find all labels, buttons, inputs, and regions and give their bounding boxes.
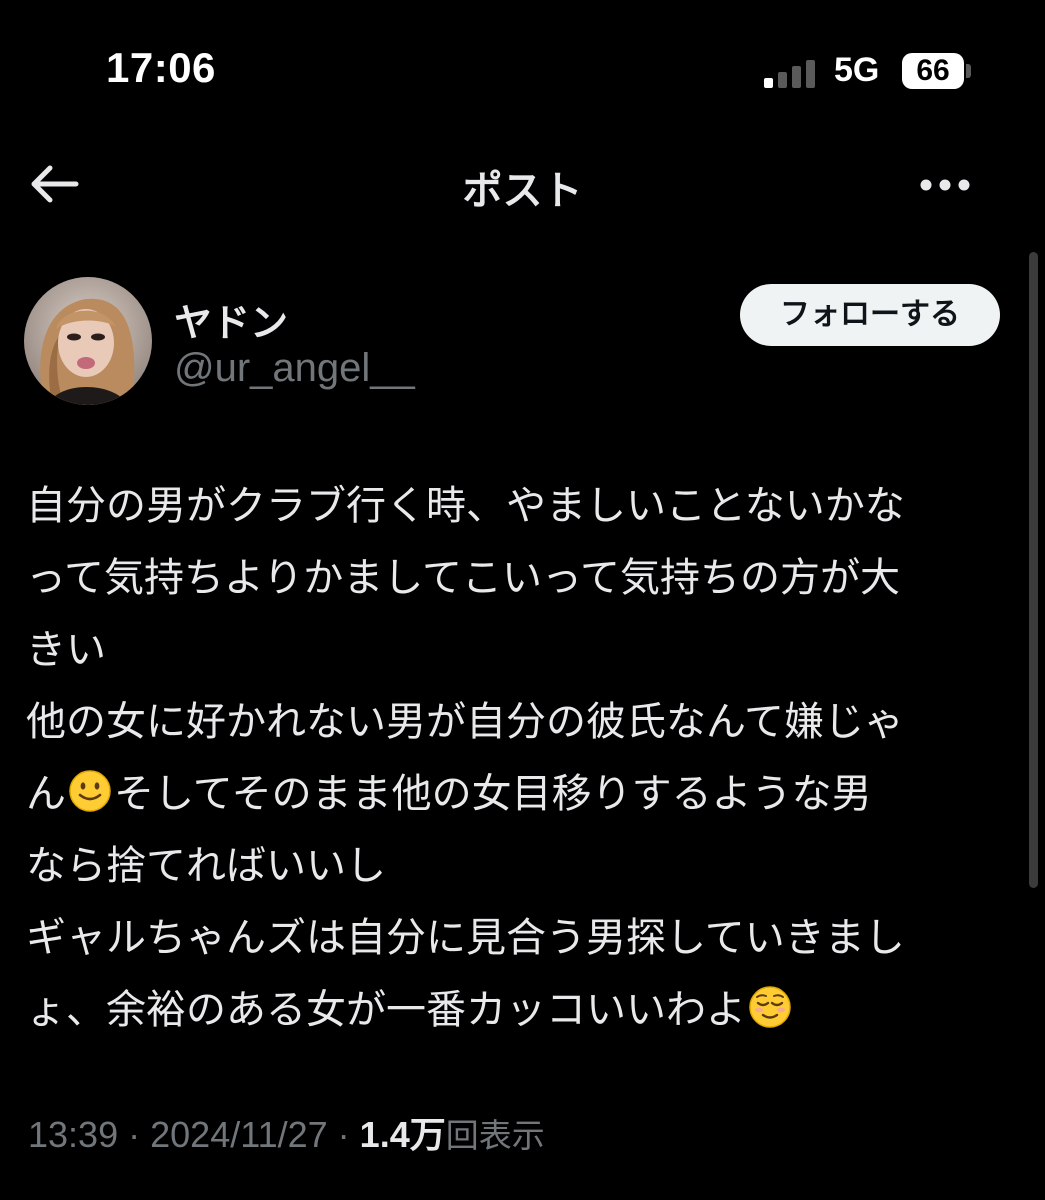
post-date[interactable]: 2024/11/27 [150, 1114, 328, 1155]
status-bar: 17:06 5G 66 [0, 0, 1045, 120]
views-label: 回表示 [445, 1116, 545, 1155]
author-handle[interactable]: @ur_angel__ [174, 346, 415, 391]
views-unit: 万 [409, 1114, 446, 1155]
network-type: 5G [834, 51, 880, 89]
author-display-name[interactable]: ヤドン [174, 292, 288, 347]
status-time: 17:06 [106, 44, 216, 91]
meta-separator: · [128, 1114, 141, 1155]
relieved-face-emoji-icon [749, 986, 791, 1028]
battery-icon: 66 [902, 53, 964, 89]
follow-button[interactable]: フォローする [740, 284, 1000, 346]
post-line: って気持ちよりかましてこいって気持ちの方が大 [26, 555, 900, 601]
profile-photo [24, 277, 152, 405]
page-title: ポスト [462, 168, 583, 214]
post-line: 他の女に好かれない男が自分の彼氏なんて嫌じゃ [26, 699, 904, 745]
app-header: ポスト [0, 120, 1045, 244]
cellular-signal-icon [764, 58, 820, 88]
post-line-with-emoji: ょ、余裕のある女が一番カッコいいわよ [26, 974, 1026, 1046]
post-line: ギャルちゃんズは自分に見合う男探していきまし [26, 915, 905, 961]
meta-separator: · [337, 1114, 350, 1155]
battery-nub [966, 64, 971, 78]
post-line: きい [26, 627, 106, 673]
slightly-smiling-face-emoji-icon [69, 770, 111, 812]
post-text: 自分の男がクラブ行く時、やましいことないかな って気持ちよりかましてこいって気持… [26, 470, 1026, 1046]
post-line-with-emoji: ん そしてそのまま他の女目移りするような男 [26, 758, 1026, 830]
post-line-fragment: そしてそのまま他の女目移りするような男 [114, 771, 872, 817]
more-options-button[interactable] [908, 158, 984, 212]
views-count: 1.4 [359, 1114, 410, 1155]
more-horizontal-icon [920, 179, 970, 191]
post-line: なら捨てればいいし [26, 843, 386, 889]
scrollbar[interactable] [1029, 252, 1038, 888]
post-line: 自分の男がクラブ行く時、やましいことないかな [26, 483, 905, 529]
post-meta: 13:39 · 2024/11/27 · 1.4万回表示 [28, 1106, 545, 1158]
post-line-fragment: ょ、余裕のある女が一番カッコいいわよ [26, 987, 746, 1033]
battery-level: 66 [916, 54, 950, 87]
avatar[interactable] [24, 277, 152, 405]
post-line-fragment: ん [26, 771, 66, 817]
post-time[interactable]: 13:39 [28, 1114, 118, 1155]
